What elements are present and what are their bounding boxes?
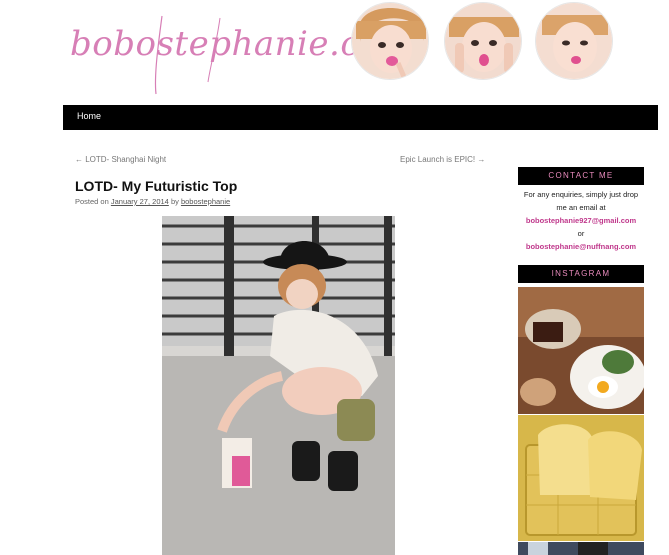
avatar — [535, 2, 613, 80]
post-date-link[interactable]: January 27, 2014 — [111, 197, 169, 206]
site-logo[interactable]: bobostephanie.com — [70, 6, 413, 96]
instagram-photo[interactable] — [518, 287, 644, 414]
post-photo — [162, 216, 395, 555]
previous-post-link[interactable]: ← LOTD- Shanghai Night — [75, 155, 166, 164]
main-nav: Home — [63, 105, 658, 130]
post-meta-by: by — [170, 197, 179, 206]
post-meta: Posted on January 27, 2014 by bobostepha… — [75, 197, 230, 206]
contact-widget-title: CONTACT ME — [518, 167, 644, 185]
avatar — [444, 2, 522, 80]
contact-widget-body: For any enquiries, simply just drop me a… — [518, 188, 644, 253]
contact-email-1[interactable]: bobostephanie927@gmail.com — [518, 214, 644, 227]
contact-intro: For any enquiries, simply just drop me a… — [523, 190, 639, 212]
post-meta-prefix: Posted on — [75, 197, 109, 206]
post-title[interactable]: LOTD- My Futuristic Top — [75, 178, 237, 194]
instagram-photo[interactable] — [518, 542, 644, 555]
nav-home-link[interactable]: Home — [77, 111, 101, 121]
next-post-link[interactable]: Epic Launch is EPIC! → — [400, 155, 485, 164]
instagram-photo[interactable] — [518, 415, 644, 541]
instagram-widget-title: INSTAGRAM — [518, 265, 644, 283]
contact-or: or — [577, 229, 585, 238]
post-author-link[interactable]: bobostephanie — [181, 197, 230, 206]
avatar — [351, 2, 429, 80]
contact-email-2[interactable]: bobostephanie@nuffnang.com — [518, 240, 644, 253]
